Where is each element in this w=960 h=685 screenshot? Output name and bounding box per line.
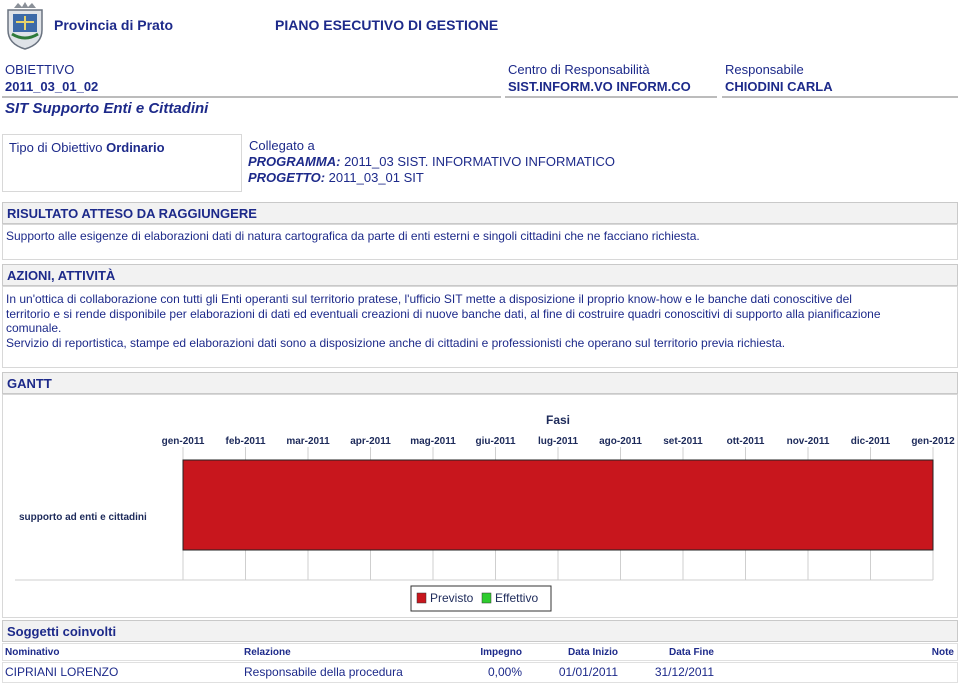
azioni-line-4: Servizio di reportistica, stampe ed elab…	[6, 335, 786, 350]
tipo-value: Ordinario	[106, 140, 165, 155]
cell-relazione: Responsabile della procedura	[244, 665, 403, 679]
azioni-line-2: territorio e si rende disponibile per el…	[6, 306, 881, 321]
legend-swatch	[416, 592, 427, 604]
progetto-row: PROGETTO: 2011_03_01 SIT	[248, 170, 424, 185]
tick-label: mar-2011	[286, 436, 330, 447]
azioni-header: AZIONI, ATTIVITÀ	[2, 264, 958, 286]
col-note: Note	[931, 647, 954, 658]
cell-impegno: 0,00%	[487, 665, 522, 679]
legend-swatch	[481, 592, 492, 604]
tick-label: lug-2011	[538, 436, 578, 447]
col-nominativo: Nominativo	[5, 647, 60, 658]
tick-label: nov-2011	[787, 436, 830, 447]
province-logo	[4, 2, 46, 50]
cell-nominativo: CIPRIANI LORENZO	[5, 665, 119, 679]
tipo-row: Tipo di Obiettivo Ordinario	[9, 140, 165, 155]
soggetti-title: Soggetti coinvolti	[7, 624, 117, 639]
programma-row: PROGRAMMA: 2011_03 SIST. INFORMATIVO INF…	[248, 154, 615, 169]
tick-label: ott-2011	[727, 436, 765, 447]
col-impegno: Impegno	[480, 647, 522, 658]
tick-label: gen-2011	[162, 436, 205, 447]
programma-label: PROGRAMMA:	[248, 154, 341, 169]
azioni-title: AZIONI, ATTIVITÀ	[7, 268, 116, 283]
legend-label: Effettivo	[495, 591, 538, 605]
objective-code: 2011_03_01_02	[5, 79, 99, 94]
programma-value: 2011_03 SIST. INFORMATIVO INFORMATICO	[344, 154, 615, 169]
gantt-bar	[182, 459, 934, 551]
risultato-header: RISULTATO ATTESO DA RAGGIUNGERE	[2, 202, 958, 224]
tick-label: set-2011	[663, 436, 703, 447]
azioni-text: In un'ottica di collaborazione con tutti…	[6, 292, 956, 350]
tick-label: giu-2011	[475, 436, 515, 447]
responsible-underline	[722, 96, 958, 98]
centre-label: Centro di Responsabilità	[508, 62, 650, 77]
objective-name: SIT Supporto Enti e Cittadini	[5, 100, 209, 117]
azioni-body: In un'ottica di collaborazione con tutti…	[2, 286, 958, 368]
progetto-label: PROGETTO:	[248, 170, 326, 185]
cell-data-inizio: 01/01/2011	[558, 665, 618, 679]
tick-label: apr-2011	[350, 436, 391, 447]
col-data-inizio: Data Inizio	[567, 647, 618, 658]
document-title: PIANO ESECUTIVO DI GESTIONE	[275, 17, 499, 33]
risultato-body: Supporto alle esigenze di elaborazioni d…	[2, 224, 958, 260]
responsible-label: Responsabile	[725, 62, 804, 77]
col-relazione: Relazione	[244, 647, 291, 658]
tick-label: mag-2011	[410, 436, 456, 447]
tick-label: feb-2011	[225, 436, 265, 447]
tipo-label: Tipo di Obiettivo	[9, 140, 103, 155]
objective-label: OBIETTIVO	[5, 62, 75, 77]
soggetti-header: Soggetti coinvolti	[2, 620, 958, 642]
gantt-chart: Fasi gen-2011 feb-2011 mar-2011 apr-2011 mag-…	[15, 413, 955, 612]
gantt-section-title: GANTT	[7, 376, 52, 391]
cell-data-fine: 31/12/2011	[654, 665, 714, 679]
responsible-value: CHIODINI CARLA	[725, 79, 833, 94]
gantt-header: GANTT	[2, 372, 958, 394]
objective-underline	[2, 96, 501, 98]
centre-value: SIST.INFORM.VO INFORM.CO	[508, 79, 691, 94]
tick-label: ago-2011	[599, 436, 642, 447]
azioni-line-1: In un'ottica di collaborazione con tutti…	[6, 292, 852, 306]
tick-label: gen-2012	[911, 436, 955, 447]
province-name: Provincia di Prato	[54, 17, 174, 33]
tick-label: dic-2011	[851, 436, 891, 447]
centre-underline	[505, 96, 717, 98]
gantt-title: Fasi	[546, 413, 570, 427]
azioni-line-3: comunale.	[6, 321, 62, 335]
soggetti-table: Nominativo Relazione Impegno Data Inizio…	[2, 643, 958, 683]
progetto-value: 2011_03_01 SIT	[328, 170, 424, 185]
gantt-chart-area: Fasi gen-2011 feb-2011 mar-2011 apr-2011 mag-…	[2, 394, 958, 618]
col-data-fine: Data Fine	[668, 647, 714, 658]
legend-label: Previsto	[430, 591, 474, 605]
linked-label: Collegato a	[249, 138, 315, 153]
risultato-title: RISULTATO ATTESO DA RAGGIUNGERE	[7, 206, 257, 221]
risultato-text: Supporto alle esigenze di elaborazioni d…	[6, 229, 700, 243]
task-label: supporto ad enti e cittadini	[19, 512, 147, 523]
